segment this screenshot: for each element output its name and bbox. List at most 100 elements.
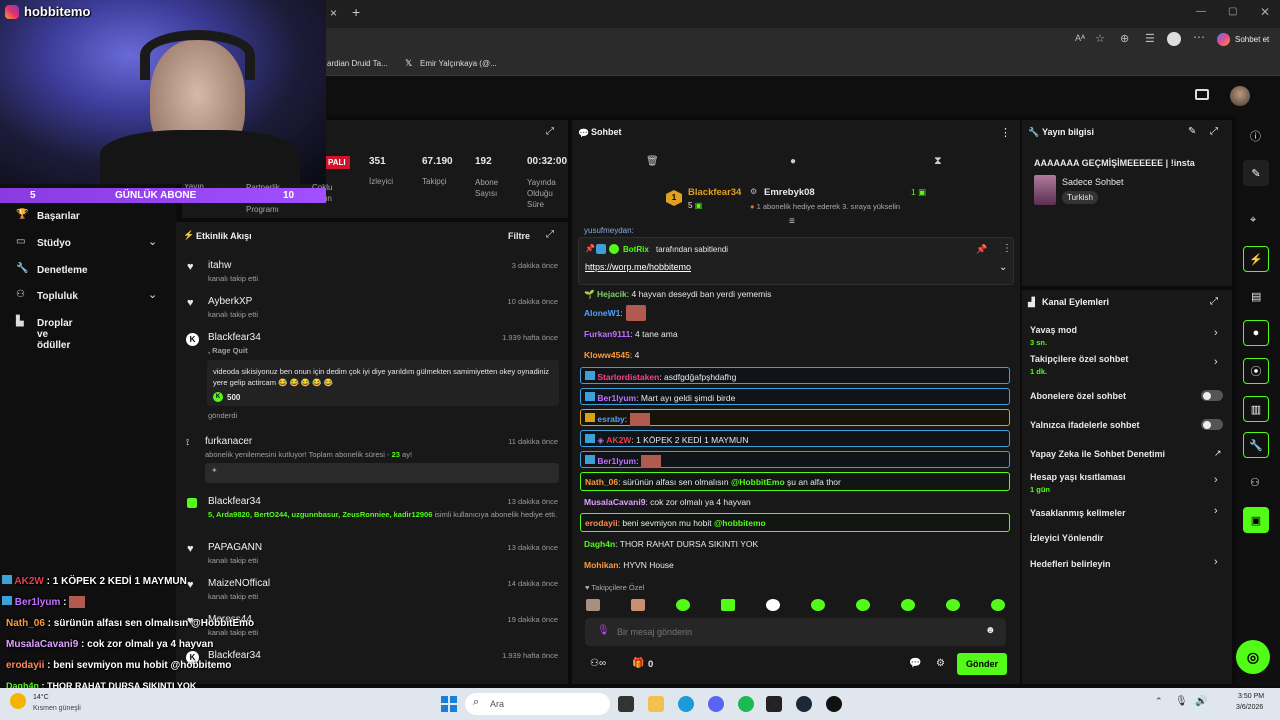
community-icon[interactable]: ⚇ [1250,476,1260,489]
tab-close-icon[interactable]: × [330,6,337,20]
filter-button[interactable]: Filtre [508,231,530,241]
emote[interactable] [586,599,600,611]
chat-user[interactable]: Ber1lyum [597,456,636,466]
edge-icon[interactable] [678,696,694,712]
more-icon[interactable]: ⋮ [1002,243,1012,254]
spotify-icon[interactable] [738,696,754,712]
chat-user[interactable]: MusalaCavani9 [584,497,645,507]
support-button[interactable]: ◎ [1236,640,1270,674]
subscribers-only-toggle[interactable] [1201,390,1223,401]
emote-only-toggle[interactable] [1201,419,1223,430]
bookmark-item[interactable]: Emir Yalçınkaya (@... [420,59,497,68]
chat-bubble-icon[interactable]: 💬 [909,658,921,669]
gift-icon[interactable]: 🎁 [632,658,644,669]
task-view-icon[interactable] [618,696,634,712]
maximize-icon[interactable]: ▢ [1228,6,1237,17]
chat-input-box[interactable]: 🎙 ☻ [585,618,1006,646]
window-close-icon[interactable]: ✕ [1260,5,1270,19]
gear-icon[interactable]: ⚙ [936,658,945,669]
chat-mention[interactable]: @HobbitEmo [731,477,785,487]
copilot-label[interactable]: Sohbet et [1235,35,1269,44]
expand-handle-icon[interactable]: ≡ [789,216,795,227]
clock-time[interactable]: 3:50 PM [1238,693,1264,700]
read-aloud-icon[interactable]: Aᴬ [1075,33,1085,43]
layout-icon[interactable]: ▥ [1243,396,1269,422]
emote[interactable] [721,599,735,611]
chat-mention[interactable]: @hobbitemo [714,518,766,528]
event-user[interactable]: furkanacer [205,436,252,447]
chat-user[interactable]: Furkan9111 [584,329,630,339]
top-gifter-name[interactable]: Blackfear34 [688,187,741,198]
action-account-age[interactable]: Hesap yaşı kısıtlaması 1 gün › [1030,472,1224,498]
chat-user[interactable]: Nath_06 [585,477,618,487]
pin-action-icon[interactable]: 📌 [976,244,987,255]
emote[interactable] [901,599,915,611]
windows-start-icon[interactable] [441,696,457,712]
action-host[interactable]: İzleyici Yönlendir [1030,531,1224,547]
action-slow-mode[interactable]: Yavaş mod 3 sn. › [1030,325,1224,351]
wrench-icon[interactable]: 🔧 [1243,432,1269,458]
steam-icon[interactable] [796,696,812,712]
clock-date[interactable]: 3/6/2026 [1236,704,1263,711]
event-user[interactable]: PAPAGANN [208,542,262,553]
favorites-icon[interactable]: ☰ [1145,32,1155,45]
chevron-up-icon[interactable]: ⌃ [1155,696,1163,707]
file-explorer-icon[interactable] [648,696,664,712]
chat-user[interactable]: Starlordistaken [597,372,659,382]
emote[interactable] [856,599,870,611]
chevron-down-icon[interactable]: ⌄ [999,262,1007,273]
emote[interactable] [766,599,780,611]
pinned-link[interactable]: https://worp.me/hobbitemo [585,262,691,272]
send-button[interactable]: Gönder [957,653,1007,675]
category-thumbnail[interactable] [1034,175,1056,205]
event-user[interactable]: AyberkXP [208,296,252,307]
edit-icon[interactable]: ✎ [1243,160,1269,186]
event-user[interactable]: Blackfear34 [208,332,261,343]
discord-icon[interactable] [708,696,724,712]
event-user[interactable]: Blackfear34 [208,496,261,507]
pinned-by[interactable]: BotRix [623,245,649,254]
profile-icon[interactable] [1167,32,1181,46]
lightning-icon[interactable]: ⚡ [1243,246,1269,272]
chat-user[interactable]: esraby [597,414,624,424]
chat-user[interactable]: Dagh4n [584,539,615,549]
new-tab-button[interactable]: + [352,4,360,20]
chat-user[interactable]: Hejacik [597,289,627,299]
bookmark-item[interactable]: ardian Druid Ta... [327,59,388,68]
chat-user[interactable]: Kloww4545 [584,350,630,360]
more-icon[interactable]: ⋮ [1000,126,1011,139]
target-icon[interactable]: ⌖ [1250,214,1256,227]
clapper-icon[interactable]: ▣ [1243,507,1269,533]
broadcast-icon[interactable]: ⦿ [1243,358,1269,384]
emote[interactable] [811,599,825,611]
chat-user[interactable]: Ber1lyum [597,393,636,403]
copilot-icon[interactable] [1217,33,1230,46]
chat-icon[interactable]: ● [1243,320,1269,346]
action-ai-moderation[interactable]: Yapay Zeka ile Sohbet Denetimi ↗ [1030,447,1224,463]
chat-icon[interactable]: ● [790,156,796,167]
taskbar-search[interactable]: ⌕ Ara [465,693,610,715]
microphone-icon[interactable]: 🎙 [1175,696,1188,707]
minimize-icon[interactable]: — [1196,6,1206,17]
extension-icon[interactable]: ⊕ [1120,32,1129,45]
action-emote-only[interactable]: Yalnızca ifadelerle sohbet [1030,418,1224,434]
hourglass-icon[interactable]: ⧗ [934,155,942,168]
popout-icon[interactable]: ⤢ [546,126,554,137]
chat-user[interactable]: Mohikan [584,560,618,570]
trash-icon[interactable]: 🗑 [646,156,659,167]
terminal-icon[interactable] [766,696,782,712]
emote[interactable] [631,599,645,611]
favorite-star-icon[interactable]: ☆ [1095,32,1105,45]
studio-icon[interactable] [1195,89,1209,100]
second-gifter-name[interactable]: Emrebyk08 [764,187,815,198]
action-subscribers-only[interactable]: Abonelere özel sohbet [1030,389,1224,405]
event-user[interactable]: itahw [208,260,231,271]
popout-icon[interactable]: ⤢ [546,229,554,240]
emote[interactable] [991,599,1005,611]
microphone-icon[interactable]: 🎙 [597,625,610,636]
chat-user[interactable]: erodayii [585,518,618,528]
edit-icon[interactable]: ✎ [1188,126,1196,137]
popout-icon[interactable]: ⤢ [1210,126,1218,137]
popout-icon[interactable]: ⤢ [1210,296,1218,307]
more-icon[interactable]: ⋯ [1193,30,1205,44]
